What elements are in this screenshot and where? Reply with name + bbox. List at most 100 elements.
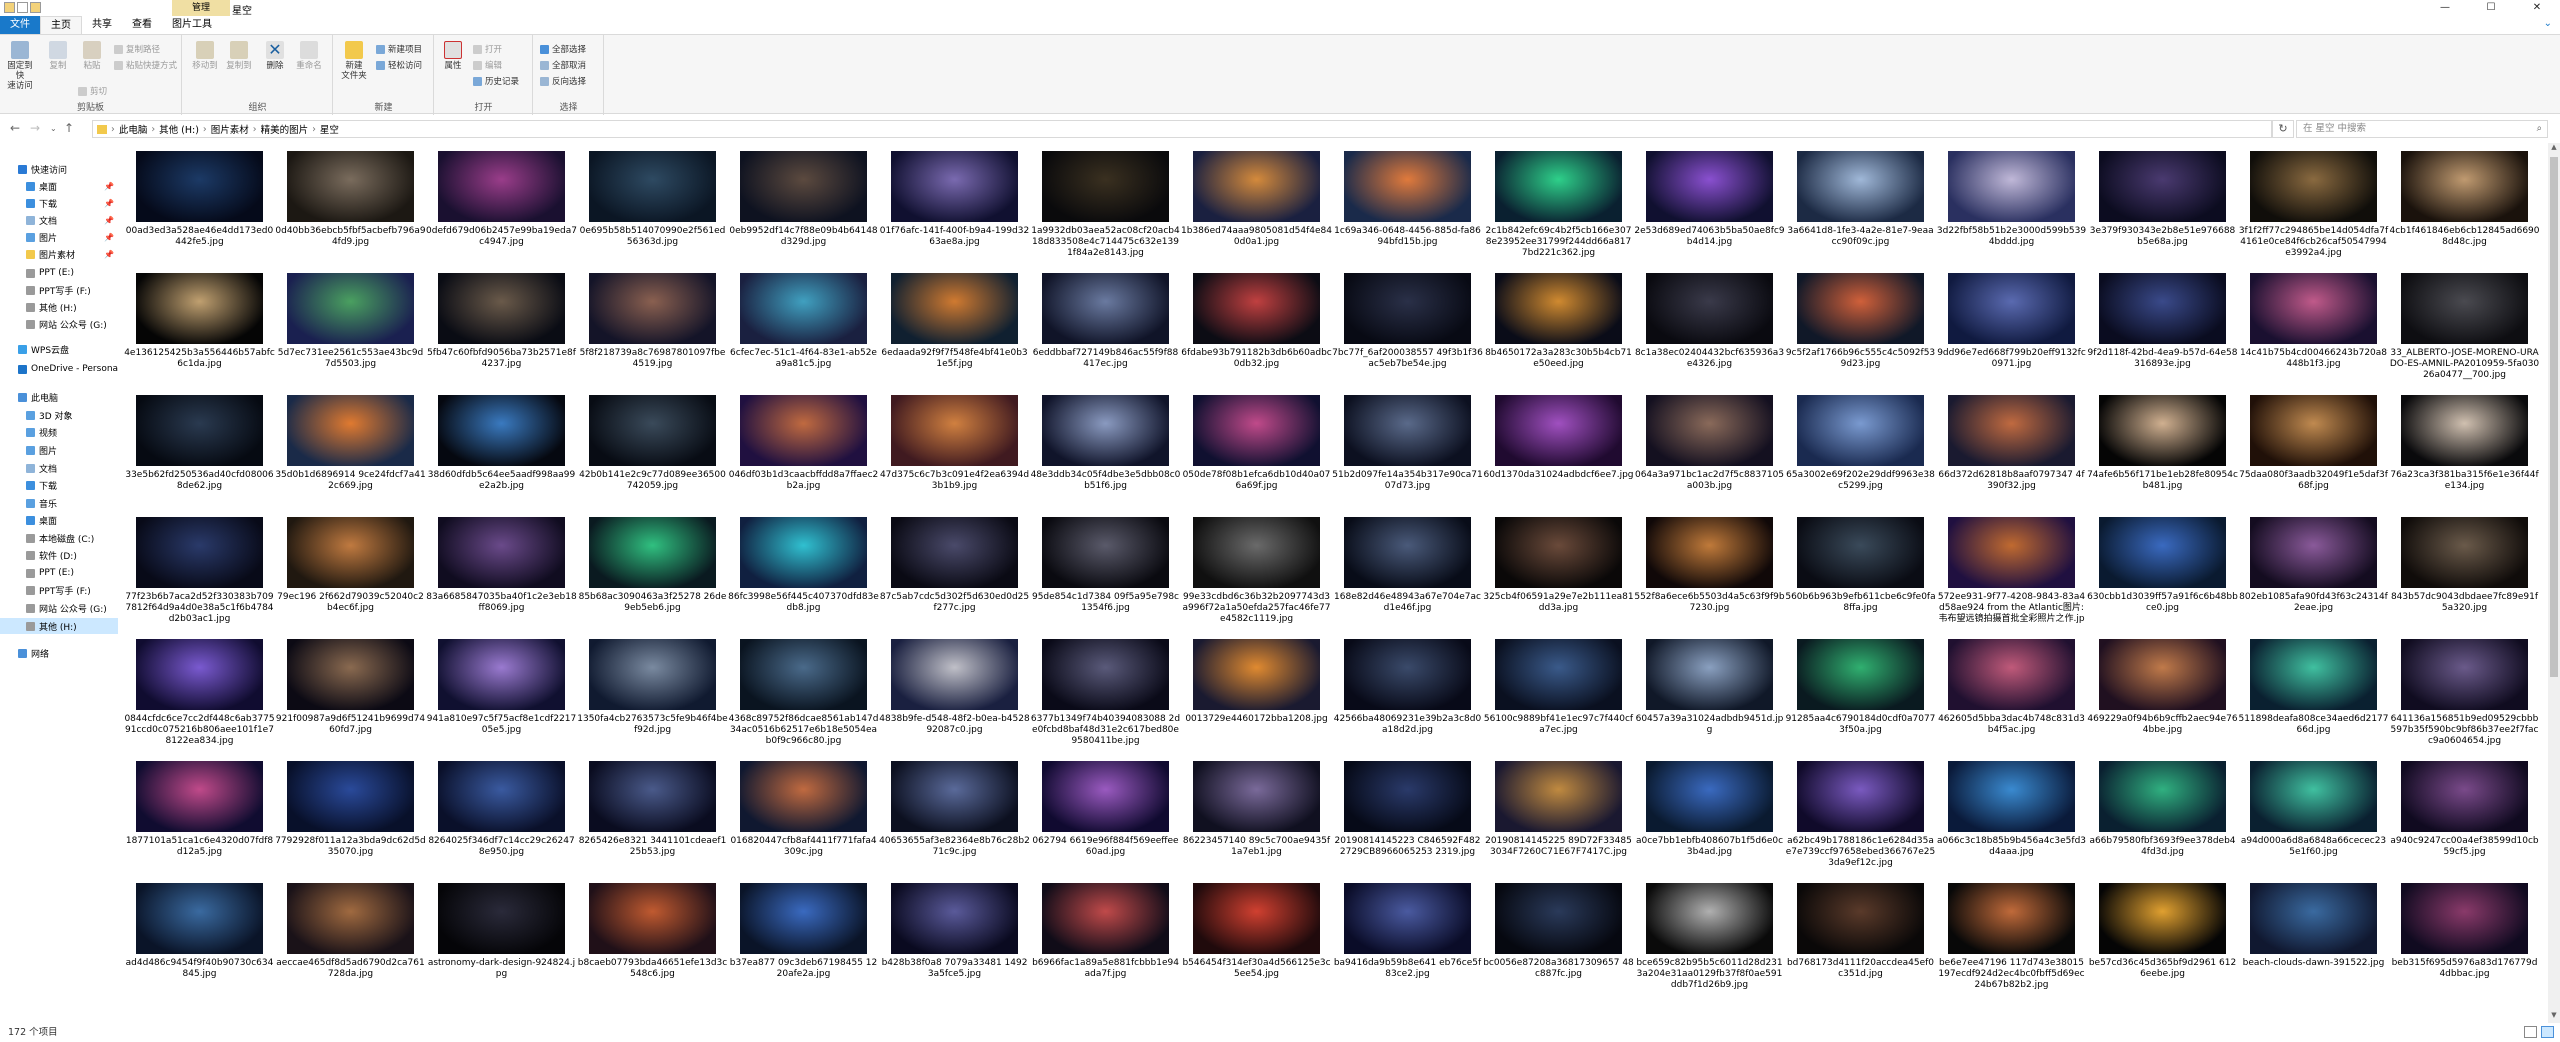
file-item[interactable]: 046df03b1d3caacbffdd8a7ffaec2b2a.jpg (728, 387, 879, 507)
nav-item[interactable]: 其他 (H:) (0, 299, 118, 315)
rename-button[interactable]: 重命名 (293, 41, 325, 71)
new-folder-icon[interactable] (30, 2, 41, 13)
folder-icon[interactable] (4, 2, 15, 13)
file-item[interactable]: 5f8f218739a8c76987801097fbe4519.jpg (577, 265, 728, 385)
file-item[interactable]: be57cd36c45d365bf9d2961 6126eebe.jpg (2087, 875, 2238, 995)
file-item[interactable]: b6966fac1a89a5e881fcbbb1e94ada7f.jpg (1030, 875, 1181, 995)
file-item[interactable]: b428b38f0a8 7079a33481 14923a5fce5.jpg (879, 875, 1030, 995)
pin-quick-access-button[interactable]: 固定到快 速访问 (4, 41, 36, 91)
file-item[interactable]: 572ee931-9f77-4208-9843-83a4d58ae924 fro… (1936, 509, 2087, 629)
nav-item[interactable]: 本地磁盘 (C:) (0, 530, 118, 546)
file-item[interactable]: beach-clouds-dawn-391522.jpg (2238, 875, 2389, 995)
tab-picture-tools[interactable]: 图片工具 (162, 16, 222, 34)
file-item[interactable]: 802eb1085afa90fd43f63c24314f2eae.jpg (2238, 509, 2389, 629)
breadcrumb-this-pc[interactable]: 此电脑 (119, 122, 148, 136)
file-item[interactable]: 35d0b1d6896914 9ce24fdcf7a412c669.jpg (275, 387, 426, 507)
file-item[interactable]: 77f23b6b7aca2d52f330383b7097812f64d9a4d0… (124, 509, 275, 629)
file-item[interactable]: 4368c89752f86dcae8561ab147d34ac0516b6251… (728, 631, 879, 751)
nav-item[interactable]: 3D 对象 (0, 407, 118, 423)
copy-to-button[interactable]: 复制到 (223, 41, 255, 71)
paste-button[interactable]: 粘贴 (76, 41, 108, 71)
file-item[interactable]: 2c1b842efc69c4b2f5cb166e3078e23952ee3179… (1483, 143, 1634, 263)
file-item[interactable]: 76a23ca3f381ba315f6e1e36f44fe134.jpg (2389, 387, 2540, 507)
file-item[interactable]: 6fdabe93b791182b3db6b60adbc0db32.jpg (1181, 265, 1332, 385)
file-item[interactable]: beb315f695d5976a83d176779d4dbbac.jpg (2389, 875, 2540, 995)
file-item[interactable]: 60457a39a31024adbdb9451d.jpg (1634, 631, 1785, 751)
file-item[interactable]: b8caeb07793bda46651efe13d3c548c6.jpg (577, 875, 728, 995)
nav-item[interactable]: 网站 公众号 (G:) (0, 316, 118, 332)
invert-selection-button[interactable]: 反向选择 (540, 75, 586, 87)
nav-item[interactable]: 软件 (D:) (0, 547, 118, 563)
file-item[interactable]: 1b386ed74aaa9805081d54f4e840d0a1.jpg (1181, 143, 1332, 263)
new-item-button[interactable]: 新建项目 (376, 43, 422, 55)
scroll-up-icon[interactable]: ▲ (2548, 143, 2560, 155)
file-item[interactable]: 7792928f011a12a3bda9dc62d5d35070.jpg (275, 753, 426, 873)
breadcrumb-image-assets[interactable]: 图片素材 (211, 122, 249, 136)
open-button[interactable]: 打开 (473, 43, 502, 55)
file-item[interactable]: astronomy-dark-design-924824.jpg (426, 875, 577, 995)
file-item[interactable]: be6e7ee47196 117d743e38015 197ecdf924d2e… (1936, 875, 2087, 995)
vertical-scrollbar[interactable]: ▲ ▼ (2548, 143, 2560, 1023)
scroll-down-icon[interactable]: ▼ (2548, 1011, 2560, 1023)
select-all-button[interactable]: 全部选择 (540, 43, 586, 55)
easy-access-button[interactable]: 轻松访问 (376, 59, 422, 71)
file-item[interactable]: ba9416da9b59b8e641 eb76ce5f83ce2.jpg (1332, 875, 1483, 995)
move-to-button[interactable]: 移动到 (189, 41, 221, 71)
file-item[interactable]: 42566ba48069231e39b2a3c8d0a18d2d.jpg (1332, 631, 1483, 751)
file-item[interactable]: 0013729e4460172bba1208.jpg (1181, 631, 1332, 751)
nav-item[interactable]: 文档 📌 (0, 212, 118, 228)
file-item[interactable]: 5d7ec731ee2561c553ae43bc9d7d5503.jpg (275, 265, 426, 385)
nav-item[interactable]: 下载 (0, 477, 118, 493)
address-bar[interactable]: › 此电脑 › 其他 (H:) › 图片素材 › 精美的图片 › 星空 (92, 120, 2272, 138)
file-item[interactable]: 85b68ac3090463a3f25278 26de9eb5eb6.jpg (577, 509, 728, 629)
breadcrumb-beautiful-images[interactable]: 精美的图片 (261, 122, 309, 136)
nav-item[interactable]: PPT (E:) (0, 565, 118, 581)
nav-item[interactable]: 网络 (0, 645, 118, 661)
select-none-button[interactable]: 全部取消 (540, 59, 586, 71)
file-item[interactable]: 56100c9889bf41e1ec97c7f440cfa7ec.jpg (1483, 631, 1634, 751)
file-item[interactable]: 83a6685847035ba40f1c2e3eb18ff8069.jpg (426, 509, 577, 629)
chevron-down-icon[interactable]: ⌄ (2544, 18, 2552, 29)
file-item[interactable]: ad4d486c9454f9f40b90730c634845.jpg (124, 875, 275, 995)
file-item[interactable]: 560b6b963b9efb611cbe6c9fe0fa8ffa.jpg (1785, 509, 1936, 629)
history-button[interactable]: 历史记录 (473, 75, 519, 87)
new-folder-button[interactable]: 新建 文件夹 (338, 41, 370, 81)
file-item[interactable]: 14c41b75b4cd00466243b720a8448b1f3.jpg (2238, 265, 2389, 385)
up-arrow-icon[interactable]: ↑ (64, 121, 74, 135)
file-item[interactable]: 74afe6b56f171be1eb28fe80954cb481.jpg (2087, 387, 2238, 507)
nav-item[interactable]: 图片 📌 (0, 229, 118, 245)
tab-home[interactable]: 主页 (40, 16, 82, 34)
file-item[interactable]: aeccae465df8d5ad6790d2ca761728da.jpg (275, 875, 426, 995)
nav-item[interactable]: PPT写手 (F:) (0, 582, 118, 598)
file-item[interactable]: 6edaada92f9f7f548fe4bf41e0b31e5f.jpg (879, 265, 1030, 385)
paste-shortcut-button[interactable]: 粘贴快捷方式 (114, 59, 177, 71)
file-item[interactable]: a66b79580fbf3693f9ee378deb44fd3d.jpg (2087, 753, 2238, 873)
file-item[interactable]: 462605d5bba3dac4b748c831d3b4f5ac.jpg (1936, 631, 2087, 751)
file-item[interactable]: 469229a0f94b6b9cffb2aec94e764bbe.jpg (2087, 631, 2238, 751)
file-item[interactable]: 8c1a38ec02404432bcf635936a3e4326.jpg (1634, 265, 1785, 385)
file-item[interactable]: 99e33cdbd6c36b32b2097743d3a996f72a1a50ef… (1181, 509, 1332, 629)
file-item[interactable]: 4e136125425b3a556446b57abfc6c1da.jpg (124, 265, 275, 385)
nav-item[interactable]: 音乐 (0, 495, 118, 511)
forward-arrow-icon[interactable]: → (30, 121, 40, 135)
file-item[interactable]: 42b0b141e2c9c77d089ee36500742059.jpg (577, 387, 728, 507)
file-item[interactable]: 921f00987a9d6f51241b9699d7460fd7.jpg (275, 631, 426, 751)
nav-item[interactable]: 图片 (0, 442, 118, 458)
file-item[interactable]: 168e82d46e48943a67e704e7acd1e46f.jpg (1332, 509, 1483, 629)
file-item[interactable]: 65a3002e69f202e29ddf9963e38c5299.jpg (1785, 387, 1936, 507)
file-item[interactable]: 3a6641d8-1fe3-4a2e-81e7-9eaacc90f09c.jpg (1785, 143, 1936, 263)
contextual-tab-manage[interactable]: 管理 (172, 0, 230, 16)
file-item[interactable]: 51b2d097fe14a354b317e90ca7107d73.jpg (1332, 387, 1483, 507)
copy-button[interactable]: 复制 (42, 41, 74, 71)
large-icons-view-icon[interactable] (2541, 1026, 2554, 1038)
minimize-button[interactable]: — (2422, 0, 2468, 16)
nav-item[interactable]: WPS云盘 (0, 341, 118, 357)
file-item[interactable]: a94d000a6d8a6848a66cecec235e1f60.jpg (2238, 753, 2389, 873)
file-item[interactable]: 843b57dc9043dbdaee7fc89e91f5a320.jpg (2389, 509, 2540, 629)
file-item[interactable]: 3f1f2ff77c294865be14d054dfa7f4161e0ce84f… (2238, 143, 2389, 263)
maximize-button[interactable]: ☐ (2468, 0, 2514, 16)
file-item[interactable]: 1877101a51ca1c6e4320d07fdf8d12a5.jpg (124, 753, 275, 873)
file-item[interactable]: b37ea877 09c3deb67198455 1220afe2a.jpg (728, 875, 879, 995)
file-item[interactable]: 062794 6619e96f884f569eeffee60ad.jpg (1030, 753, 1181, 873)
file-item[interactable]: b546454f314ef30a4d566125e3c5ee54.jpg (1181, 875, 1332, 995)
